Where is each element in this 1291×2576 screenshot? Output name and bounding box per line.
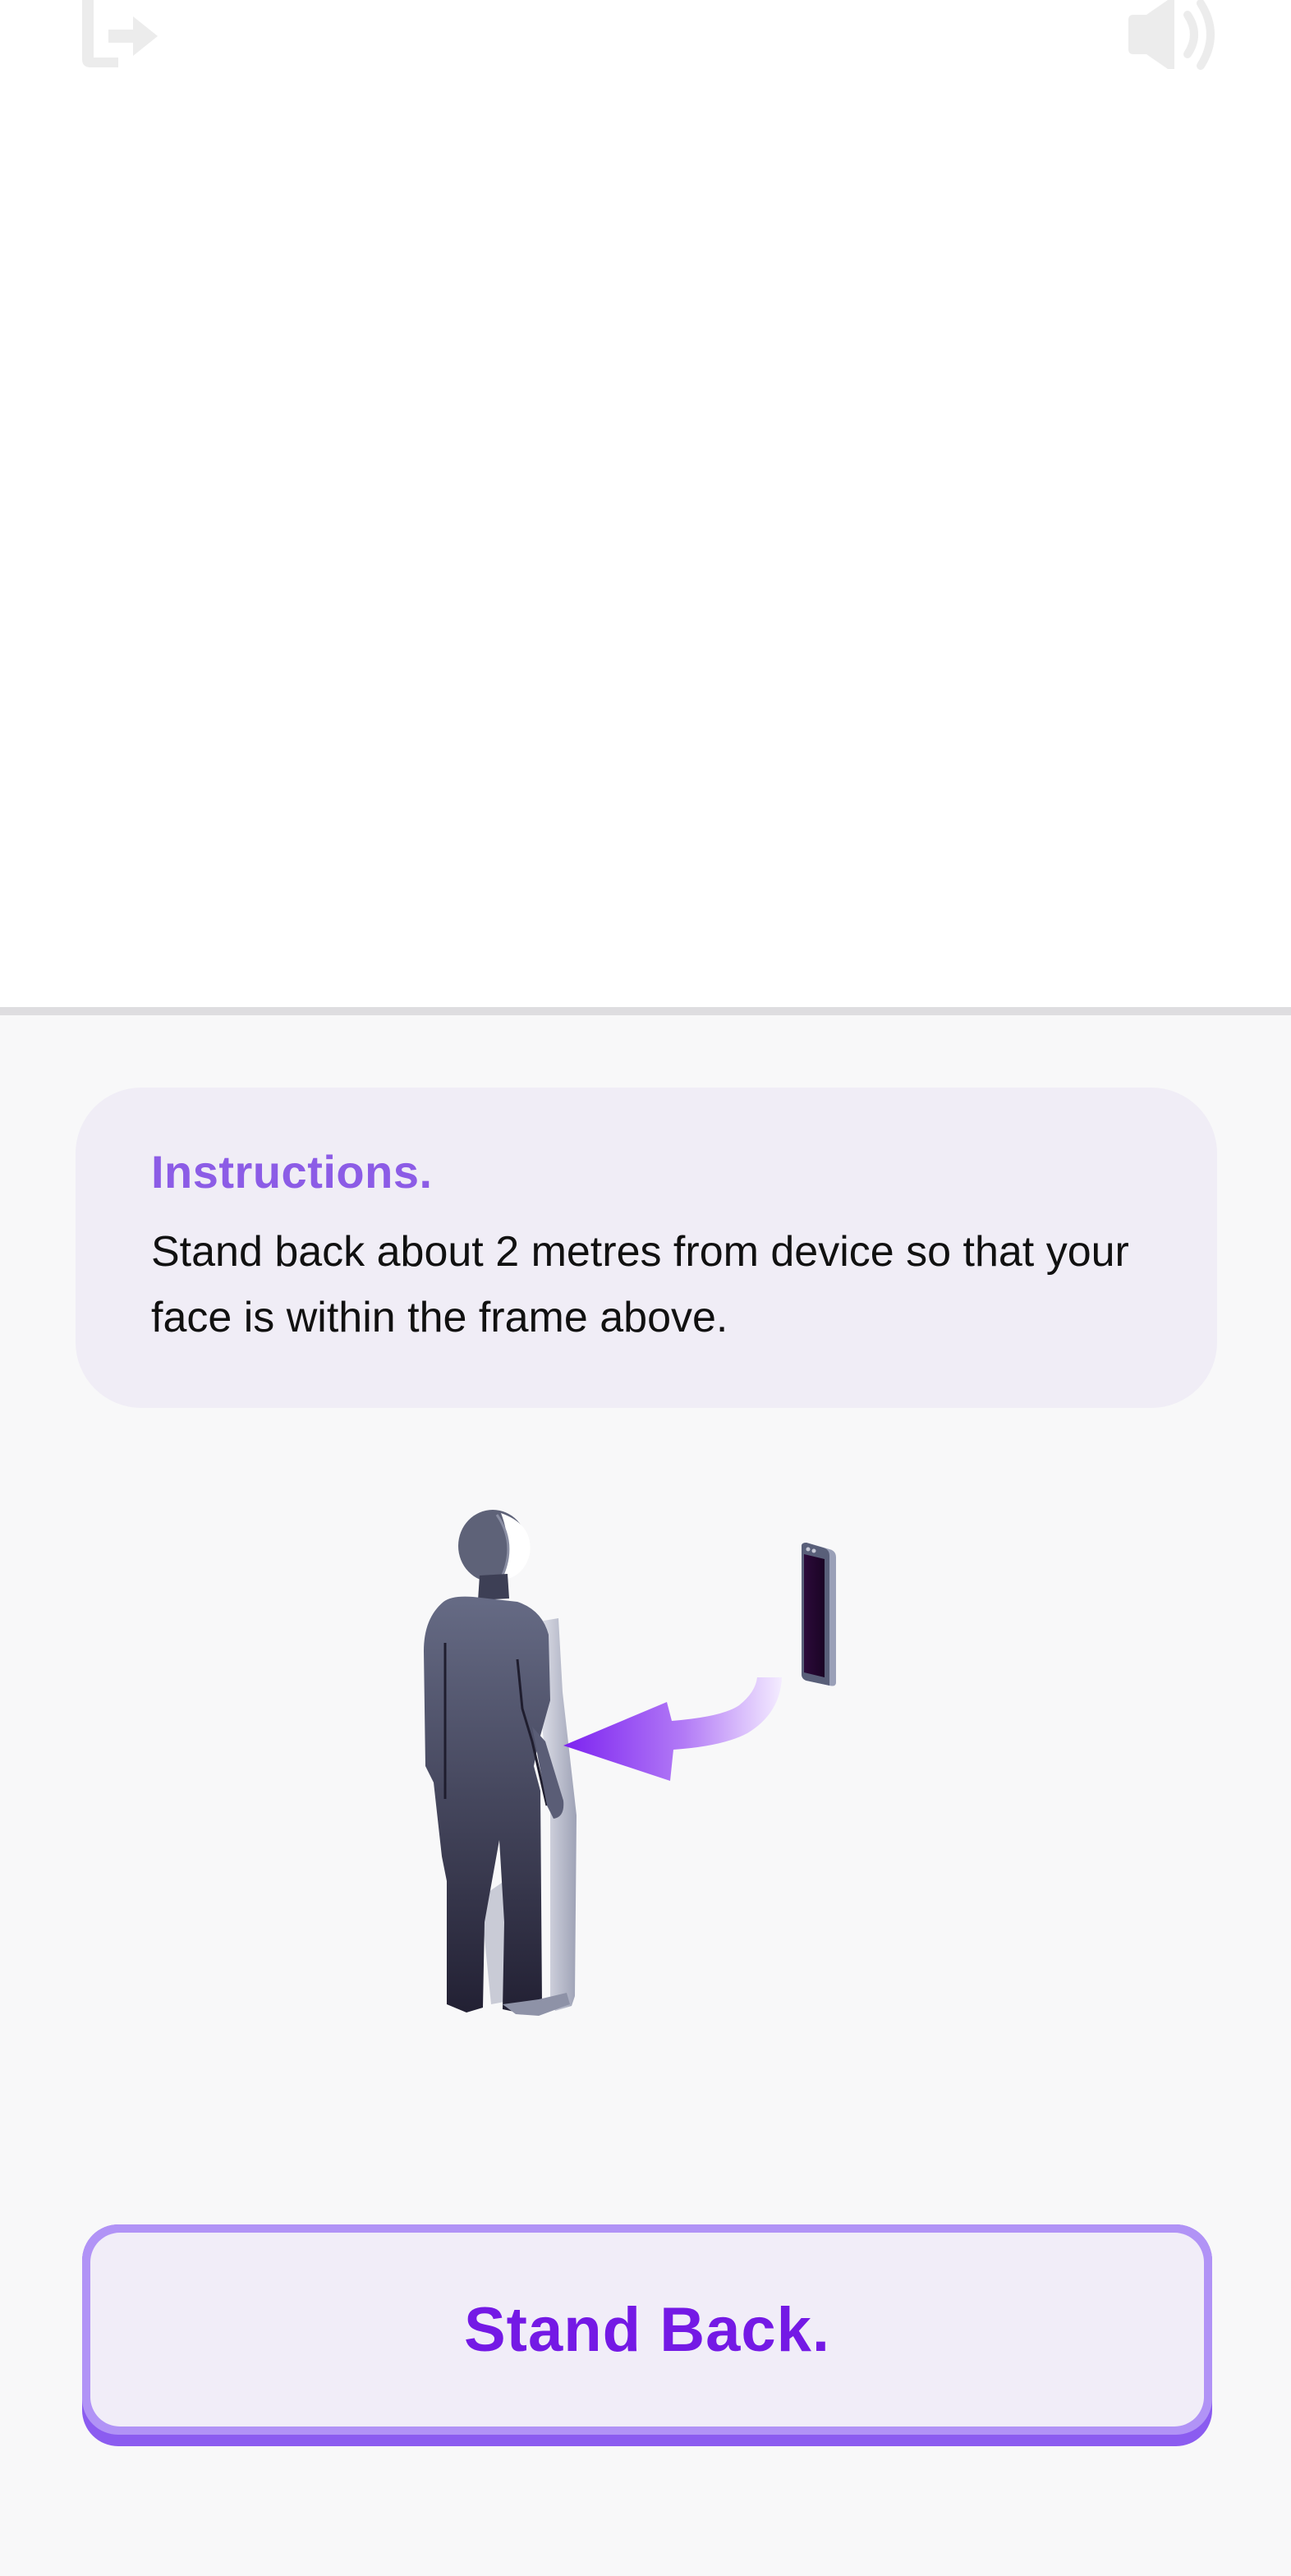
- exit-button[interactable]: [76, 0, 161, 71]
- instructions-text: Stand back about 2 metres from device so…: [151, 1228, 1129, 1341]
- stand-back-button-label: Stand Back.: [463, 2294, 831, 2365]
- stand-back-button-border: Stand Back.: [82, 2224, 1212, 2435]
- sound-button[interactable]: [1123, 0, 1215, 72]
- section-divider: [0, 1007, 1291, 1015]
- exit-icon: [82, 0, 158, 67]
- stand-back-button-face: Stand Back.: [90, 2233, 1204, 2426]
- speaker-icon: [1128, 0, 1215, 70]
- phone-icon: [802, 1543, 836, 1686]
- arrow-left-icon: [563, 1677, 782, 1781]
- person-figure: [424, 1510, 577, 2016]
- camera-preview-area: [0, 0, 1291, 1007]
- instructions-card: Instructions. Stand back about 2 metres …: [76, 1088, 1217, 1408]
- stand-back-button[interactable]: Stand Back.: [82, 2224, 1212, 2446]
- instructions-title: Instructions.: [151, 1146, 433, 1198]
- stand-back-illustration: [424, 1510, 836, 2016]
